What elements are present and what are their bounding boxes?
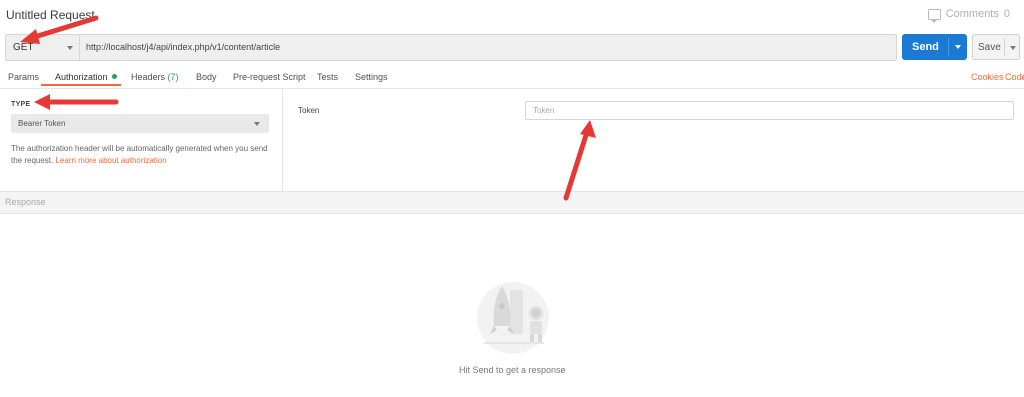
tab-params[interactable]: Params — [8, 72, 39, 82]
auth-type-select[interactable]: Bearer Token — [11, 114, 269, 133]
response-header — [0, 191, 1024, 214]
tab-headers-label: Headers — [131, 72, 166, 82]
comment-icon — [927, 8, 941, 23]
learn-more-link[interactable]: Learn more about authorization — [55, 156, 166, 165]
annotation-arrow-icon — [563, 120, 596, 201]
tab-pre-request-script[interactable]: Pre-request Script — [233, 72, 306, 82]
tab-authorization-label: Authorization — [55, 72, 108, 82]
save-options-icon[interactable] — [1010, 46, 1016, 50]
tab-authorization[interactable]: Authorization — [55, 72, 117, 82]
save-divider — [1004, 38, 1005, 56]
annotation-arrow-icon — [20, 15, 99, 44]
save-button[interactable]: Save — [972, 34, 1020, 60]
send-options-icon[interactable] — [955, 45, 961, 49]
headers-count: (7) — [167, 72, 179, 82]
chevron-down-icon — [254, 122, 260, 126]
comments-label: Comments — [945, 8, 999, 20]
url-input[interactable] — [86, 35, 886, 60]
empty-response-hint: Hit Send to get a response — [459, 365, 566, 375]
send-label: Send — [912, 41, 939, 53]
request-tabs: Params Authorization Headers (7) Body Pr… — [0, 66, 1024, 88]
send-divider — [948, 38, 949, 56]
rocket-astronaut-icon — [477, 282, 549, 354]
tab-tests[interactable]: Tests — [317, 72, 338, 82]
status-dot-icon — [111, 74, 117, 79]
comments-count: 0 — [1003, 8, 1010, 20]
tab-settings[interactable]: Settings — [355, 72, 388, 82]
annotation-arrow-icon — [34, 94, 119, 110]
auth-description: The authorization header will be automat… — [11, 143, 271, 167]
send-button[interactable]: Send — [902, 34, 967, 60]
tab-body[interactable]: Body — [196, 72, 217, 82]
auth-type-value: Bearer Token — [18, 119, 66, 128]
token-label: Token — [298, 106, 320, 115]
active-tab-indicator — [41, 84, 121, 86]
comments-button[interactable]: Comments 0 — [927, 8, 1010, 23]
code-link[interactable]: Code — [1005, 72, 1024, 82]
save-label: Save — [978, 42, 1001, 53]
tab-headers[interactable]: Headers (7) — [131, 72, 179, 82]
cookies-link[interactable]: Cookies — [971, 72, 1004, 82]
response-label: Response — [5, 197, 46, 207]
url-bar: GET — [5, 34, 897, 61]
type-label: TYPE — [11, 101, 31, 108]
